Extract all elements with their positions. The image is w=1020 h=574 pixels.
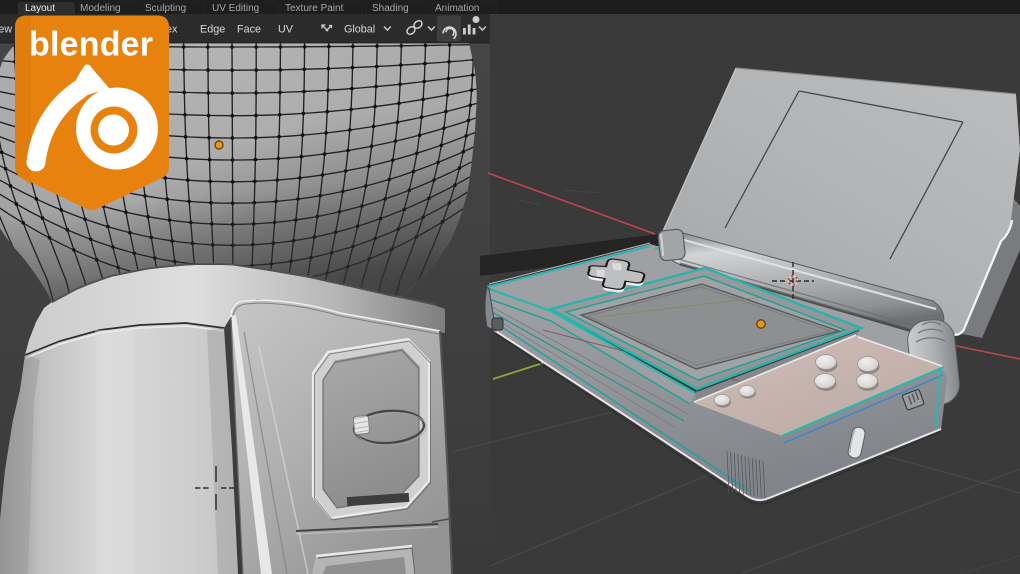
svg-text:UV: UV bbox=[278, 24, 294, 36]
svg-text:Layout: Layout bbox=[25, 3, 55, 14]
svg-text:Face: Face bbox=[237, 24, 261, 36]
svg-text:Global: Global bbox=[344, 24, 375, 36]
svg-text:Sculpting: Sculpting bbox=[145, 3, 186, 14]
svg-text:UV Editing: UV Editing bbox=[212, 3, 259, 14]
svg-text:Modeling: Modeling bbox=[80, 3, 121, 14]
svg-text:Texture Paint: Texture Paint bbox=[285, 3, 344, 14]
svg-text:blender: blender bbox=[29, 26, 153, 64]
svg-text:Shading: Shading bbox=[372, 3, 409, 14]
svg-text:View: View bbox=[0, 24, 12, 36]
svg-text:Edge: Edge bbox=[200, 24, 225, 36]
svg-text:Animation: Animation bbox=[435, 3, 479, 14]
